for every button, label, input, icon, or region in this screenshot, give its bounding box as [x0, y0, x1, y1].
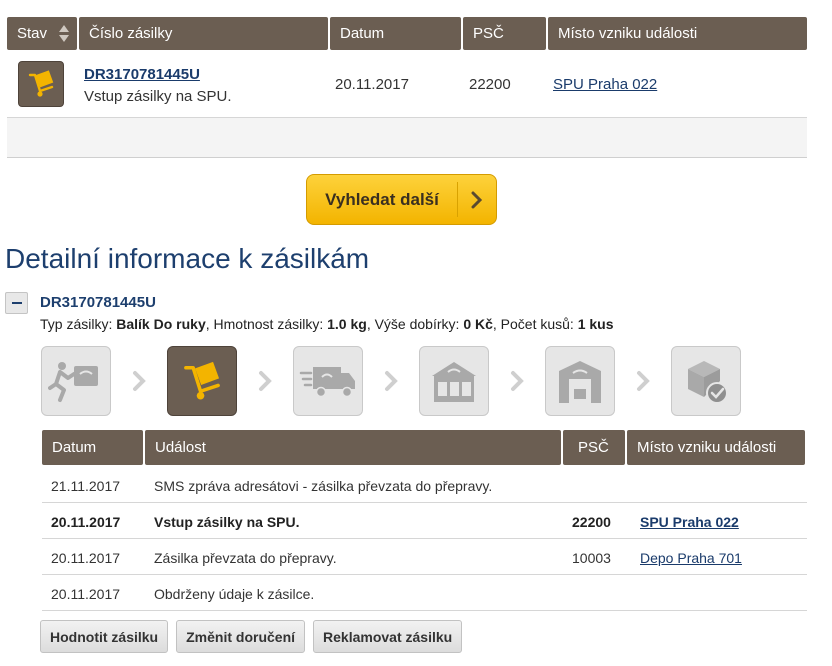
events-table-header: Datum Událost PSČ Místo vzniku události [42, 430, 805, 465]
row-place-link[interactable]: SPU Praha 022 [553, 76, 657, 93]
minus-icon [11, 302, 22, 304]
courier-running-icon [48, 362, 98, 402]
chevron-right-icon [237, 370, 293, 392]
place-link[interactable]: SPU Praha 022 [640, 514, 739, 530]
parcel-delivered-icon [688, 361, 728, 404]
step-transport [293, 346, 363, 416]
table-row: 20.11.2017 Obdrženy údaje k zásilce. [42, 575, 807, 611]
column-header-place: Místo vzniku události [627, 430, 805, 465]
table-row: 20.11.2017 Vstup zásilky na SPU. 22200 S… [42, 503, 807, 539]
rate-parcel-button[interactable]: Hodnotit zásilku [40, 620, 169, 653]
step-post-office [419, 346, 489, 416]
events-table-body: 21.11.2017 SMS zpráva adresátovi - zásil… [42, 467, 807, 611]
table-row: 21.11.2017 SMS zpráva adresátovi - zásil… [42, 467, 807, 503]
chevron-right-icon [458, 191, 496, 209]
row-psc: 22200 [469, 76, 511, 93]
delivery-truck-icon [299, 367, 355, 398]
chevron-right-icon [111, 370, 167, 392]
row-date: 20.11.2017 [335, 76, 409, 93]
sort-icon[interactable] [59, 25, 69, 42]
parcel-meta: Typ zásilky: Balík Do ruky, Hmotnost zás… [40, 316, 614, 332]
row-description: Vstup zásilky na SPU. [84, 88, 232, 105]
page-title: Detailní informace k zásilkám [5, 243, 370, 274]
change-delivery-button[interactable]: Změnit doručení [176, 620, 306, 653]
table-row: DR3170781445U Vstup zásilky na SPU. 20.1… [7, 50, 807, 118]
status-steps [41, 346, 741, 416]
collapse-button[interactable] [5, 292, 28, 314]
parcel-trolley-icon [18, 61, 64, 107]
step-parcel-trolley [167, 346, 237, 416]
search-more-label: Vyhledat další [325, 189, 439, 209]
column-header-place: Místo vzniku události [548, 17, 807, 50]
chevron-right-icon [489, 370, 545, 392]
table-row: 20.11.2017 Zásilka převzata do přepravy.… [42, 539, 807, 575]
column-header-event: Událost [145, 430, 561, 465]
column-header-date: Datum [330, 17, 461, 50]
place-link[interactable]: Depo Praha 701 [640, 550, 742, 566]
table-footer-band [7, 118, 807, 158]
depot-building-icon [559, 361, 601, 403]
step-courier [41, 346, 111, 416]
column-header-tracking-number: Číslo zásilky [79, 17, 328, 50]
chevron-right-icon [363, 370, 419, 392]
step-delivered [671, 346, 741, 416]
parcel-trolley-icon [184, 361, 220, 400]
column-header-status[interactable]: Stav [7, 17, 77, 50]
chevron-right-icon [615, 370, 671, 392]
results-table-header: Stav Číslo zásilky Datum PSČ Místo vznik… [7, 17, 807, 50]
action-buttons: Hodnotit zásilku Změnit doručení Reklamo… [40, 620, 463, 653]
column-header-psc: PSČ [463, 17, 546, 50]
complain-button[interactable]: Reklamovat zásilku [313, 620, 463, 653]
column-header-psc: PSČ [563, 430, 625, 465]
search-more-button[interactable]: Vyhledat další [306, 174, 497, 225]
column-header-date: Datum [42, 430, 143, 465]
detail-tracking-number: DR3170781445U [40, 294, 156, 311]
post-office-icon [432, 362, 476, 402]
tracking-number-link[interactable]: DR3170781445U [84, 66, 200, 83]
step-depot [545, 346, 615, 416]
